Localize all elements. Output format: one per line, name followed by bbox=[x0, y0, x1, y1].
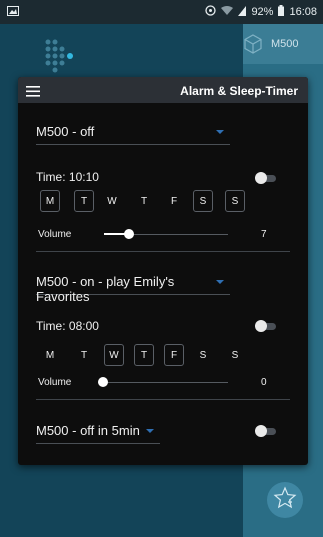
alarm-1-day-wed[interactable]: W bbox=[102, 190, 122, 212]
alarm-1-mode-value: M500 - off bbox=[36, 124, 95, 139]
alarm-2-volume-value: 0 bbox=[261, 377, 267, 388]
alarm-2-volume-slider[interactable] bbox=[98, 376, 228, 388]
alarm-2-time[interactable]: Time: 08:00 bbox=[36, 319, 99, 333]
alarm-1-volume-value: 7 bbox=[261, 229, 267, 240]
alarm-2-day-fri[interactable]: F bbox=[164, 344, 184, 366]
alarm-2-day-sat[interactable]: S bbox=[193, 344, 213, 366]
alarm-1-time[interactable]: Time: 10:10 bbox=[36, 170, 99, 184]
slider-thumb[interactable] bbox=[98, 377, 108, 387]
alarm-1-day-thu[interactable]: T bbox=[134, 190, 154, 212]
favorite-star-button[interactable] bbox=[267, 482, 303, 518]
dialog-title: Alarm & Sleep-Timer bbox=[180, 84, 298, 98]
menu-icon[interactable] bbox=[26, 84, 40, 102]
alarm-2-day-wed[interactable]: W bbox=[104, 344, 124, 366]
signal-icon bbox=[238, 5, 247, 19]
clock: 16:08 bbox=[289, 6, 317, 18]
alarm-2-day-thu[interactable]: T bbox=[134, 344, 154, 366]
alarm-2-volume-label: Volume bbox=[38, 377, 72, 388]
wifi-icon bbox=[221, 5, 234, 19]
alarm-1-day-mon[interactable]: M bbox=[40, 190, 60, 212]
alarm-1-day-sun[interactable]: S bbox=[225, 190, 245, 212]
alarm-1-volume-label: Volume bbox=[38, 229, 72, 240]
dropdown-arrow-icon bbox=[216, 130, 224, 134]
alarm-1-day-sat[interactable]: S bbox=[193, 190, 213, 212]
battery-percent: 92% bbox=[251, 6, 274, 18]
alarm-sleep-timer-dialog: Alarm & Sleep-Timer M500 - off Time: 10:… bbox=[18, 77, 308, 465]
sync-icon bbox=[205, 5, 217, 19]
alarm-2-day-sun[interactable]: S bbox=[225, 344, 245, 366]
sleep-timer-value: M500 - off in 5min bbox=[36, 423, 140, 438]
dropdown-arrow-icon bbox=[216, 280, 224, 284]
alarm-1-mode-dropdown[interactable]: M500 - off bbox=[36, 124, 230, 145]
device-model-label: M500 bbox=[271, 38, 299, 50]
cube-icon bbox=[242, 33, 264, 60]
alarm-2-mode-value: M500 - on - play Emily's Favorites bbox=[36, 274, 175, 304]
alarm-2-day-mon[interactable]: M bbox=[40, 344, 60, 366]
alarm-1-volume-slider[interactable] bbox=[104, 228, 228, 240]
sleep-timer-dropdown[interactable]: M500 - off in 5min bbox=[36, 423, 160, 444]
divider bbox=[36, 251, 290, 252]
slider-thumb[interactable] bbox=[124, 229, 134, 239]
alarm-1-day-fri[interactable]: F bbox=[164, 190, 184, 212]
alarm-1-toggle[interactable] bbox=[255, 172, 277, 184]
gallery-notification-icon bbox=[7, 6, 19, 19]
alarm-2-mode-dropdown[interactable]: M500 - on - play Emily's Favorites bbox=[36, 274, 230, 304]
app-logo-icon bbox=[42, 38, 90, 79]
dialog-header: Alarm & Sleep-Timer bbox=[18, 77, 308, 103]
divider bbox=[36, 399, 290, 400]
alarm-2-day-tue[interactable]: T bbox=[74, 344, 94, 366]
sleep-timer-toggle[interactable] bbox=[255, 425, 277, 437]
star-add-icon bbox=[273, 485, 297, 515]
battery-icon bbox=[278, 5, 285, 19]
dropdown-arrow-icon bbox=[146, 429, 154, 433]
status-bar: 92% 16:08 bbox=[0, 0, 323, 24]
alarm-2-toggle[interactable] bbox=[255, 320, 277, 332]
alarm-1-day-tue[interactable]: T bbox=[74, 190, 94, 212]
